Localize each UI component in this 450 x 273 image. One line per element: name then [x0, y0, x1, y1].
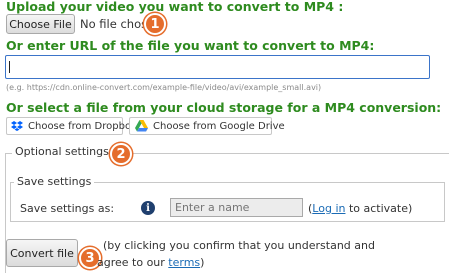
url-heading: Or enter URL of the file you want to con… — [6, 38, 375, 53]
convert-note-line1: (by clicking you confirm that you unders… — [103, 239, 375, 252]
google-drive-icon — [135, 120, 148, 132]
activate-text: to activate) — [345, 202, 413, 215]
step-badge-1: 1 — [144, 13, 166, 35]
convert-note-line2: agree to our terms) — [97, 256, 204, 269]
dropbox-icon — [11, 120, 23, 132]
choose-file-button[interactable]: Choose File — [6, 14, 75, 34]
save-settings-name-input[interactable] — [170, 198, 303, 217]
save-settings-label: Save settings as: — [20, 202, 115, 215]
google-drive-button-label: Choose from Google Drive — [153, 120, 285, 132]
dropbox-button-label: Choose from Dropbox — [28, 120, 137, 132]
convert-file-button[interactable]: Convert file — [6, 239, 78, 267]
save-settings-legend: Save settings — [14, 175, 95, 188]
convert-note-prefix: agree to our — [97, 256, 169, 269]
optional-settings-legend[interactable]: Optional settings — [12, 145, 112, 158]
url-input[interactable] — [5, 55, 430, 79]
dropbox-button[interactable]: Choose from Dropbox — [6, 117, 137, 135]
info-icon[interactable]: i — [141, 201, 155, 215]
google-drive-button[interactable]: Choose from Google Drive — [129, 117, 285, 135]
terms-link[interactable]: terms — [168, 256, 200, 269]
cloud-heading: Or select a file from your cloud storage… — [6, 100, 442, 115]
step-badge-2: 2 — [110, 143, 132, 165]
login-to-activate-text: (Log in to activate) — [308, 202, 412, 215]
login-link[interactable]: Log in — [312, 202, 345, 215]
url-example-text: (e.g. https://cdn.online-convert.com/exa… — [6, 83, 322, 92]
text-cursor — [9, 61, 10, 73]
convert-note-suffix: ) — [200, 256, 205, 269]
upload-heading: Upload your video you want to convert to… — [6, 0, 344, 14]
